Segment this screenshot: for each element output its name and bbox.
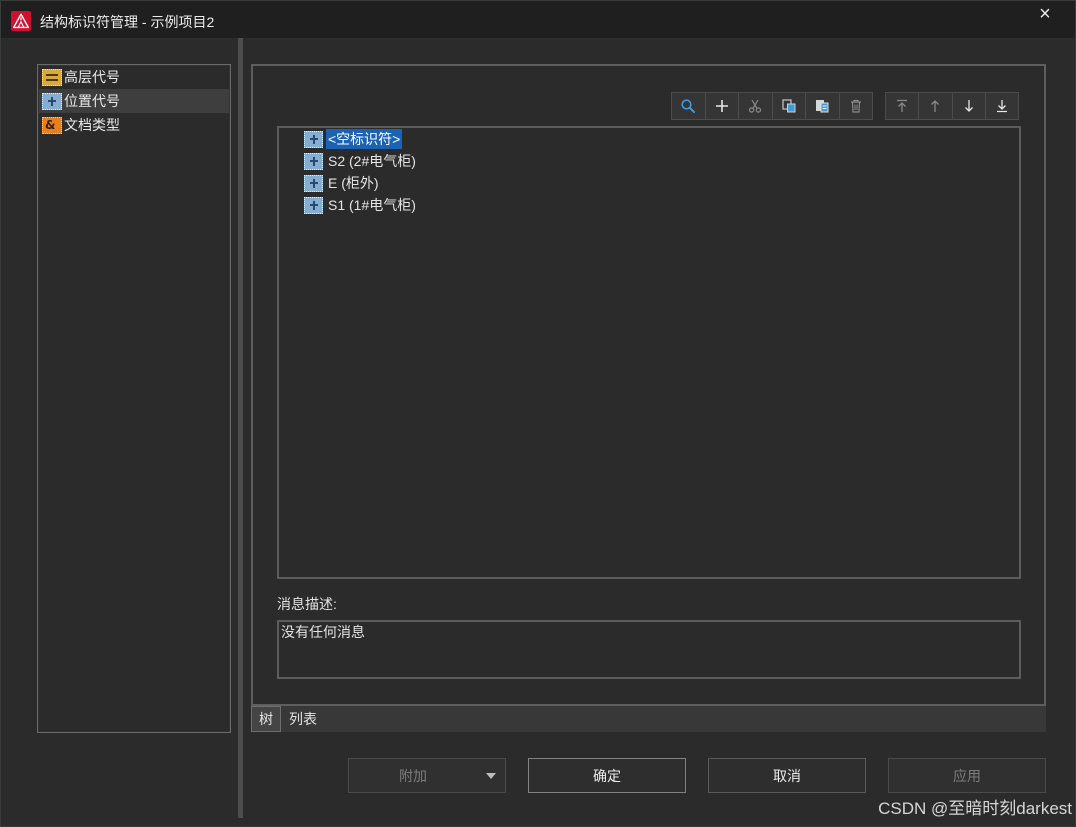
search-button[interactable] [672,93,705,119]
message-box[interactable]: 没有任何消息 [277,620,1021,679]
tree-item[interactable]: S2 (2#电气柜) [279,150,1019,172]
window-title: 结构标识符管理 - 示例项目2 [40,14,215,30]
move-down-button[interactable] [951,93,985,119]
sidebar-item-location-code[interactable]: 位置代号 [39,89,229,113]
move-to-bottom-icon [996,100,1007,113]
move-down-icon [964,100,973,112]
attach-button-label: 附加 [399,767,427,784]
attach-button[interactable]: 附加 [348,758,506,793]
tab-list[interactable]: 列表 [281,706,325,732]
delete-button[interactable] [838,93,873,119]
sidebar-item-label: 高层代号 [64,69,120,85]
tree-item-label: S2 (2#电气柜) [328,153,416,169]
edit-toolbar [671,92,873,120]
paste-icon [816,100,829,113]
sidebar-item-document-type[interactable]: & 文档类型 [39,113,229,137]
cut-icon [749,99,762,113]
identifier-tree[interactable]: <空标识符> S2 (2#电气柜) E (柜外) S1 (1#电气柜) [277,126,1021,579]
message-text: 没有任何消息 [281,624,365,640]
document-type-icon: & [42,116,62,134]
delete-icon [850,99,861,113]
message-description-label: 消息描述: [277,596,337,612]
close-button[interactable]: × [1031,3,1059,25]
order-toolbar [885,92,1019,120]
chevron-down-icon[interactable] [477,759,505,792]
tree-item-label: E (柜外) [328,175,379,191]
category-list: 高层代号 位置代号 & 文档类型 [37,64,231,733]
tree-item-label: <空标识符> [326,129,403,149]
panel-splitter[interactable] [238,38,243,818]
move-to-top-icon [897,99,908,112]
location-icon [304,174,323,192]
copy-icon [782,99,796,113]
tree-item[interactable]: S1 (1#电气柜) [279,194,1019,216]
sidebar-item-higher-level-code[interactable]: 高层代号 [39,65,229,89]
move-to-top-button[interactable] [886,93,918,119]
cut-button[interactable] [738,93,772,119]
location-icon [304,130,323,148]
plus-icon [715,100,728,112]
ok-button[interactable]: 确定 [528,758,686,793]
cancel-button[interactable]: 取消 [708,758,866,793]
watermark: CSDN @至暗时刻darkest [878,799,1072,818]
tree-item[interactable]: E (柜外) [279,172,1019,194]
location-icon [42,92,62,110]
copy-button[interactable] [771,93,806,119]
sidebar-item-label: 位置代号 [64,93,120,109]
identifier-panel: <空标识符> S2 (2#电气柜) E (柜外) S1 (1#电气柜) 消息描述… [251,64,1046,706]
view-tab-bar: 树 列表 [251,706,1046,732]
sidebar-item-label: 文档类型 [64,117,120,133]
move-up-button[interactable] [918,93,951,119]
paste-button[interactable] [805,93,839,119]
apply-button[interactable]: 应用 [888,758,1046,793]
add-button[interactable] [704,93,739,119]
tree-item[interactable]: <空标识符> [279,128,1019,150]
tree-item-label: S1 (1#电气柜) [328,197,416,213]
app-logo-icon [11,11,31,31]
location-icon [304,152,323,170]
search-icon [681,99,696,113]
move-to-bottom-button[interactable] [984,93,1018,119]
title-bar: 结构标识符管理 - 示例项目2 × [0,0,1076,38]
move-up-icon [931,100,940,112]
location-icon [304,196,323,214]
higher-level-icon [42,68,62,86]
tab-tree[interactable]: 树 [251,706,281,732]
